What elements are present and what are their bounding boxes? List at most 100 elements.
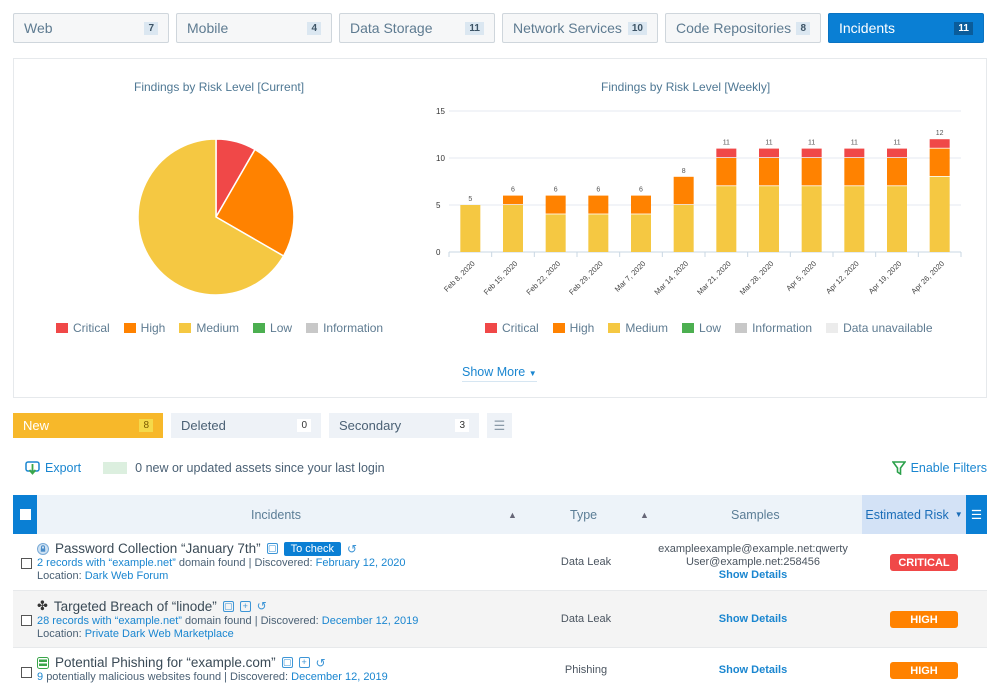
location-label: Location: — [37, 628, 82, 640]
show-details-link[interactable]: Show Details — [653, 613, 853, 626]
tabs-menu-button[interactable]: ☰ — [487, 413, 512, 438]
legend-item-information[interactable]: Information — [735, 321, 812, 335]
discovered-date[interactable]: December 12, 2019 — [291, 671, 388, 683]
tab-count: 11 — [954, 21, 973, 35]
enable-filters-button[interactable]: Enable Filters — [891, 461, 987, 475]
tab-mobile[interactable]: Mobile 4 — [176, 13, 332, 43]
incident-title[interactable]: Potential Phishing for “example.com” — [55, 655, 276, 670]
bar-segment-medium — [503, 205, 523, 252]
table-row[interactable]: Password Collection “January 7th” ▢ To c… — [13, 534, 987, 591]
samples-cell: Show Details — [653, 613, 853, 626]
bar-total-label: 11 — [851, 140, 858, 147]
legend-swatch — [826, 323, 839, 333]
header-estimated-risk[interactable]: Estimated Risk ▼ — [862, 495, 966, 534]
legend-swatch — [485, 323, 497, 333]
header-incidents[interactable]: Incidents — [251, 508, 301, 522]
tab-data-storage[interactable]: Data Storage 11 — [339, 13, 495, 43]
copy-icon[interactable]: ▢ — [222, 600, 234, 612]
row-checkbox[interactable] — [21, 558, 32, 569]
samples-cell: exampleexample@example.net:qwerty User@e… — [653, 543, 853, 582]
samples-cell: Show Details — [653, 664, 853, 677]
bar-segment-high — [844, 158, 865, 186]
bar-segment-medium — [460, 205, 481, 252]
domain-link[interactable]: “example.net” — [109, 557, 176, 569]
row-checkbox[interactable] — [21, 667, 32, 678]
show-details-link[interactable]: Show Details — [653, 569, 853, 582]
export-button[interactable]: Export — [25, 461, 81, 475]
domain-link[interactable]: “example.net” — [115, 615, 182, 627]
records-link[interactable]: 9 — [37, 671, 43, 683]
legend-item-medium[interactable]: Medium — [608, 321, 668, 335]
to-check-badge[interactable]: To check — [283, 541, 342, 556]
history-icon[interactable]: ↺ — [257, 599, 267, 613]
legend-item-low[interactable]: Low — [253, 321, 292, 335]
show-details-link[interactable]: Show Details — [653, 664, 853, 677]
header-type[interactable]: Type — [570, 508, 597, 522]
tab-count: 4 — [307, 21, 321, 35]
incident-title[interactable]: Targeted Breach of “linode” — [54, 599, 217, 614]
history-icon[interactable]: ↺ — [316, 656, 326, 670]
x-tick-label: Mar 28, 2020 — [738, 259, 776, 297]
x-tick-label: Apr 19, 2020 — [867, 259, 904, 296]
enable-filters-label: Enable Filters — [910, 461, 987, 475]
legend-item-critical[interactable]: Critical — [56, 321, 110, 335]
discovered-date[interactable]: December 12, 2019 — [322, 615, 419, 627]
records-link[interactable]: 28 records with — [37, 615, 112, 627]
export-icon — [25, 461, 40, 475]
legend-item-low[interactable]: Low — [682, 321, 721, 335]
legend-item-high[interactable]: High — [123, 321, 165, 335]
select-all-checkbox[interactable] — [19, 509, 31, 520]
bar-total-label: 11 — [808, 140, 815, 147]
bar-segment-critical — [844, 148, 865, 158]
show-more-label: Show More — [462, 365, 526, 379]
legend-item-high[interactable]: High — [552, 321, 594, 335]
add-icon[interactable]: + — [298, 657, 310, 668]
show-more-button[interactable]: Show More ▼ — [462, 365, 537, 382]
row-checkbox[interactable] — [21, 615, 32, 626]
legend-item-information[interactable]: Information — [306, 321, 383, 335]
tab-network-services[interactable]: Network Services 10 — [502, 13, 658, 43]
bar-segment-medium — [673, 205, 694, 252]
tab-code-repositories[interactable]: Code Repositories 8 — [665, 13, 821, 43]
legend-item-data-unavailable[interactable]: Data unavailable — [826, 321, 933, 335]
bar-segment-critical — [716, 148, 737, 158]
bar-total-label: 11 — [893, 140, 900, 147]
location-link[interactable]: Dark Web Forum — [85, 570, 169, 582]
legend-item-medium[interactable]: Medium — [179, 321, 239, 335]
risk-badge: HIGH — [890, 611, 958, 628]
bar-total-label: 8 — [682, 168, 686, 175]
pie-chart — [137, 138, 295, 296]
tab-web[interactable]: Web 7 — [13, 13, 169, 43]
legend-swatch — [735, 323, 748, 333]
x-tick-label: Mar 7, 2020 — [613, 259, 648, 294]
add-icon[interactable]: + — [239, 600, 251, 612]
sort-incidents-icon[interactable]: ▲︎ — [508, 510, 517, 520]
table-row[interactable]: ✤ Targeted Breach of “linode” ▢ + ↺ 28 r… — [13, 591, 987, 648]
found-text: domain found | Discovered: — [178, 557, 313, 569]
table-row[interactable]: Potential Phishing for “example.com” ▢ +… — [13, 648, 987, 693]
legend-swatch — [123, 323, 136, 333]
records-link[interactable]: 2 records with — [37, 557, 105, 569]
export-label: Export — [45, 461, 82, 475]
sort-type-icon[interactable]: ▲︎ — [640, 510, 649, 520]
legend-label: Low — [699, 321, 722, 335]
incident-title[interactable]: Password Collection “January 7th” — [55, 541, 261, 556]
tab-new[interactable]: New 8 — [13, 413, 163, 438]
tab-deleted[interactable]: Deleted 0 — [171, 413, 321, 438]
bar-chart: 0 5 10 15 5 Feb 8, 2020 6 Feb 15, 2020 6 Feb 22, … — [436, 107, 962, 297]
columns-menu-button[interactable]: ☰ — [966, 495, 987, 534]
history-icon[interactable]: ↺ — [347, 542, 357, 556]
discovered-date[interactable]: February 12, 2020 — [316, 557, 406, 569]
copy-icon[interactable]: ▢ — [266, 543, 278, 554]
x-tick-label: Apr 5, 2020 — [784, 259, 818, 293]
bar-segment-high — [631, 195, 651, 214]
copy-icon[interactable]: ▢ — [281, 657, 293, 668]
incidents-table: Incidents ▲︎ Type ▲︎ Samples Estimated R… — [13, 495, 987, 693]
legend-item-critical[interactable]: Critical — [485, 321, 539, 335]
bar-segment-medium — [588, 214, 609, 252]
type-cell: Data Leak — [560, 613, 612, 625]
tab-secondary[interactable]: Secondary 3 — [329, 413, 479, 438]
bar-segment-medium — [929, 176, 950, 252]
location-link[interactable]: Private Dark Web Marketplace — [85, 628, 234, 640]
tab-incidents[interactable]: Incidents 11 — [828, 13, 984, 43]
